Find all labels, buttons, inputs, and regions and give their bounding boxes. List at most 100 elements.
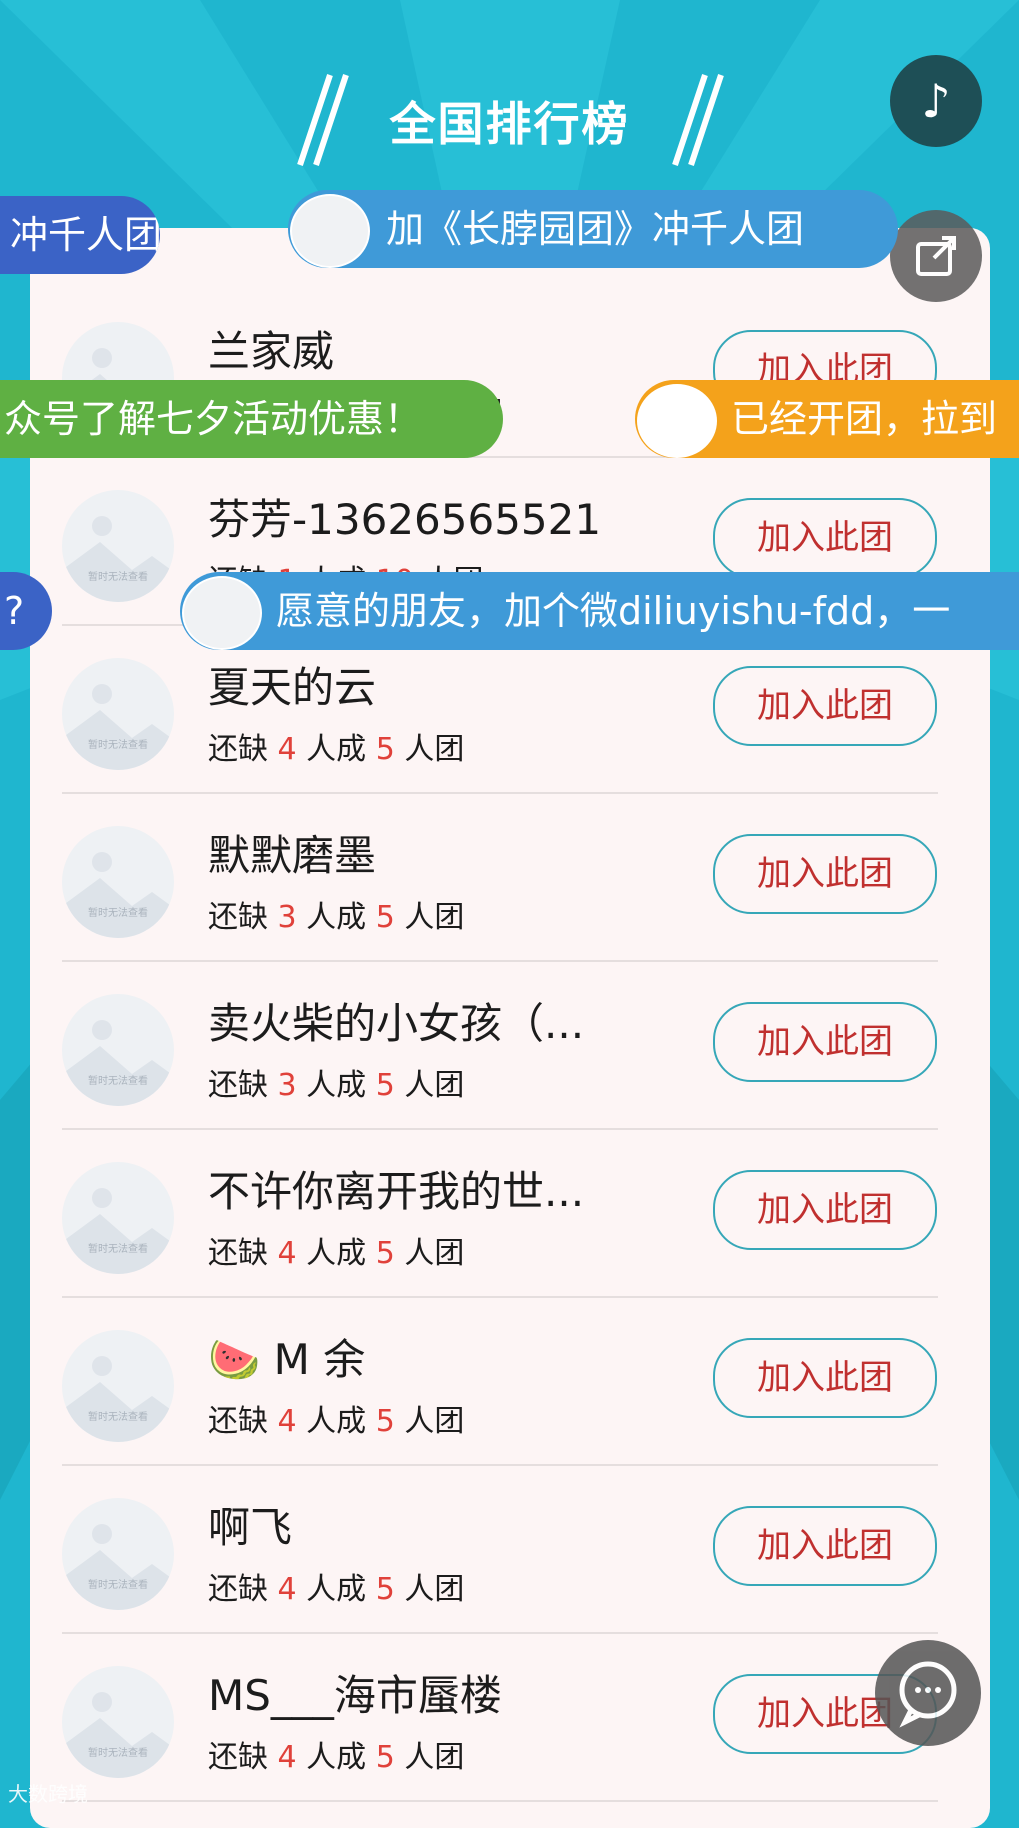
- join-group-button[interactable]: 加入此团: [713, 834, 937, 914]
- group-size: 5: [375, 1740, 395, 1775]
- status-mid: 人成: [296, 732, 376, 767]
- status-suffix: 人团: [394, 1068, 465, 1103]
- watermark: 大数跨境: [8, 1782, 88, 1806]
- danmu-message: 已经开团，拉到: [635, 380, 1019, 458]
- avatar-placeholder-text: 暂时无法查看: [88, 740, 148, 751]
- image-placeholder-icon: [62, 1356, 174, 1442]
- avatar-placeholder-text: 暂时无法查看: [88, 908, 148, 919]
- group-status-text: 还缺 3 人成 5 人团: [208, 1060, 464, 1104]
- image-placeholder-icon: [62, 1524, 174, 1610]
- missing-count: 4: [277, 1404, 297, 1439]
- danmu-text: 冲千人团: [10, 213, 160, 257]
- avatar-placeholder-text: 暂时无法查看: [88, 1076, 148, 1087]
- missing-count: 3: [277, 900, 297, 935]
- danmu-text: ?: [4, 589, 25, 633]
- list-item: 暂时无法查看 默默磨墨 还缺 3 人成 5 人团 加入此团: [30, 794, 938, 962]
- image-placeholder-icon: [62, 1020, 174, 1106]
- share-button[interactable]: [890, 210, 982, 302]
- group-leader-name: 芬芳-13626565521: [208, 495, 602, 544]
- status-suffix: 人团: [394, 732, 465, 767]
- status-mid: 人成: [296, 1404, 376, 1439]
- danmu-text: 愿意的朋友，加个微diliuyishu-fdd，一: [276, 589, 951, 633]
- group-leader-name: 卖火柴的小女孩（...: [208, 999, 585, 1048]
- status-suffix: 人团: [394, 1404, 465, 1439]
- group-leader-name: 啊飞: [208, 1503, 293, 1552]
- chat-bubble-icon: [899, 1661, 957, 1728]
- divider: [62, 1800, 938, 1802]
- group-size: 5: [375, 1236, 395, 1271]
- status-prefix: 还缺: [208, 1068, 278, 1103]
- avatar: 暂时无法查看: [62, 994, 174, 1106]
- status-prefix: 还缺: [208, 1404, 278, 1439]
- list-item: 暂时无法查看 🍉 M 余 还缺 4 人成 5 人团 加入此团: [30, 1298, 938, 1466]
- join-group-button[interactable]: 加入此团: [713, 666, 937, 746]
- avatar: 暂时无法查看: [62, 826, 174, 938]
- image-placeholder-icon: [62, 684, 174, 770]
- group-status-text: 还缺 4 人成 5 人团: [208, 1732, 464, 1776]
- avatar-placeholder-text: 暂时无法查看: [88, 1244, 148, 1255]
- avatar: 暂时无法查看: [62, 490, 174, 602]
- avatar-placeholder-text: 暂时无法查看: [88, 1580, 148, 1591]
- avatar-placeholder-text: 暂时无法查看: [88, 1412, 148, 1423]
- status-mid: 人成: [296, 1236, 376, 1271]
- group-leader-name: 不许你离开我的世...: [208, 1167, 585, 1216]
- group-size: 5: [375, 900, 395, 935]
- status-prefix: 还缺: [208, 1740, 278, 1775]
- missing-count: 4: [277, 1236, 297, 1271]
- list-item: 暂时无法查看 MS___海市蜃楼 还缺 4 人成 5 人团 加入此团: [30, 1634, 938, 1802]
- join-group-button[interactable]: 加入此团: [713, 1170, 937, 1250]
- music-button[interactable]: ♪: [890, 55, 982, 147]
- danmu-message: 加《长脖园团》冲千人团: [288, 190, 898, 268]
- missing-count: 4: [277, 1572, 297, 1607]
- list-item: 暂时无法查看 不许你离开我的世... 还缺 4 人成 5 人团 加入此团: [30, 1130, 938, 1298]
- status-suffix: 人团: [394, 1236, 465, 1271]
- join-group-button[interactable]: 加入此团: [713, 1002, 937, 1082]
- group-size: 5: [375, 732, 395, 767]
- avatar: 暂时无法查看: [62, 658, 174, 770]
- avatar: 暂时无法查看: [62, 1498, 174, 1610]
- share-icon: [916, 236, 956, 276]
- join-group-button[interactable]: 加入此团: [713, 1506, 937, 1586]
- group-status-text: 还缺 4 人成 5 人团: [208, 724, 464, 768]
- group-leader-name: MS___海市蜃楼: [208, 1671, 502, 1720]
- status-prefix: 还缺: [208, 1572, 278, 1607]
- status-suffix: 人团: [394, 900, 465, 935]
- danmu-message: 愿意的朋友，加个微diliuyishu-fdd，一: [180, 572, 1019, 650]
- danmu-text: 众号了解七夕活动优惠！: [4, 397, 423, 441]
- status-suffix: 人团: [394, 1740, 465, 1775]
- status-mid: 人成: [296, 1068, 376, 1103]
- danmu-text: 已经开团，拉到: [731, 397, 998, 441]
- group-leader-name: 🍉 M 余: [208, 1335, 366, 1384]
- missing-count: 4: [277, 1740, 297, 1775]
- avatar-placeholder-text: 暂时无法查看: [88, 572, 148, 583]
- group-leader-name: 默默磨墨: [208, 831, 377, 880]
- group-leader-name: 兰家威: [208, 327, 335, 376]
- status-mid: 人成: [296, 1572, 376, 1607]
- group-status-text: 还缺 4 人成 5 人团: [208, 1396, 464, 1440]
- status-mid: 人成: [296, 1740, 376, 1775]
- missing-count: 4: [277, 732, 297, 767]
- list-item: 暂时无法查看 啊飞 还缺 4 人成 5 人团 加入此团: [30, 1466, 938, 1634]
- group-status-text: 还缺 4 人成 5 人团: [208, 1228, 464, 1272]
- title-slash-right: [672, 74, 724, 166]
- image-placeholder-icon: [62, 1692, 174, 1778]
- status-suffix: 人团: [394, 1572, 465, 1607]
- group-status-text: 还缺 3 人成 5 人团: [208, 892, 464, 936]
- danmu-avatar: [637, 384, 717, 458]
- join-group-button[interactable]: 加入此团: [713, 1338, 937, 1418]
- missing-count: 3: [277, 1068, 297, 1103]
- danmu-text: 加《长脖园团》冲千人团: [386, 207, 805, 251]
- chat-button[interactable]: [875, 1640, 981, 1746]
- image-placeholder-icon: [62, 1188, 174, 1274]
- status-prefix: 还缺: [208, 732, 278, 767]
- status-prefix: 还缺: [208, 1236, 278, 1271]
- page-title: 全国排行榜: [389, 97, 630, 151]
- danmu-message: 众号了解七夕活动优惠！: [0, 380, 503, 458]
- join-group-button[interactable]: 加入此团: [713, 498, 937, 578]
- avatar: 暂时无法查看: [62, 1162, 174, 1274]
- group-size: 5: [375, 1572, 395, 1607]
- avatar: 暂时无法查看: [62, 1330, 174, 1442]
- danmu-avatar: [182, 576, 262, 650]
- status-mid: 人成: [296, 900, 376, 935]
- list-item: 暂时无法查看 卖火柴的小女孩（... 还缺 3 人成 5 人团 加入此团: [30, 962, 938, 1130]
